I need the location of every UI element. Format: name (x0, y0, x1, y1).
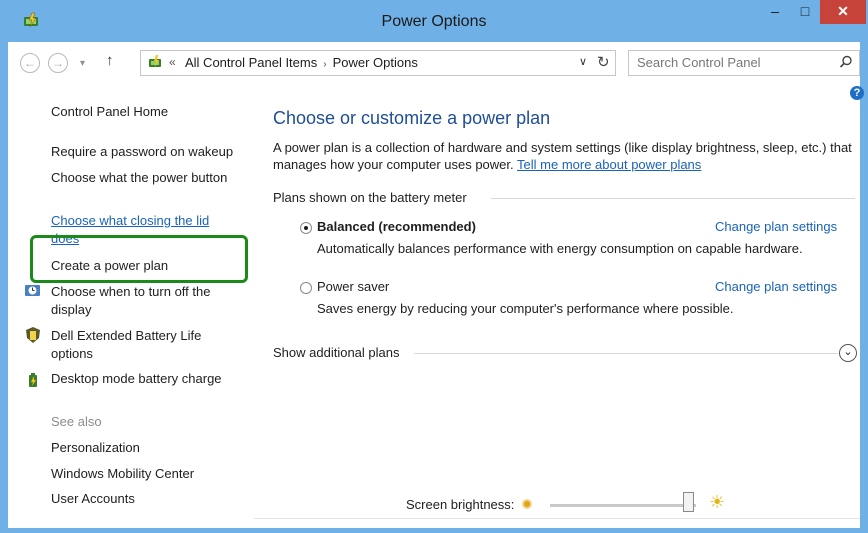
brightness-low-icon (522, 499, 532, 509)
battery-shield-icon (26, 327, 40, 343)
sidebar-item-create-plan[interactable]: Create a power plan (51, 257, 168, 275)
sidebar-item-personalization[interactable]: Personalization (51, 439, 140, 457)
breadcrumb-item[interactable]: Power Options (333, 55, 418, 70)
balanced-plan-name[interactable]: Balanced (recommended) (317, 219, 476, 234)
brightness-slider-thumb[interactable] (683, 492, 695, 512)
brightness-slider-track[interactable] (550, 504, 696, 507)
power-saver-plan-description: Saves energy by reducing your computer's… (317, 301, 734, 316)
sidebar: Control Panel Home Require a password on… (8, 80, 248, 528)
battery-charge-icon (29, 373, 37, 387)
power-saver-radio[interactable] (300, 282, 312, 294)
close-button[interactable]: ✕ (820, 0, 866, 24)
sidebar-item-user-accounts[interactable]: User Accounts (51, 490, 135, 508)
navigation-bar: ← → ▾ ↑ « All Control Panel Items › Power … (8, 42, 864, 100)
breadcrumb: All Control Panel Items › Power Options (185, 55, 418, 70)
sidebar-item-control-panel-home[interactable]: Control Panel Home (51, 103, 168, 121)
main-panel: Choose or customize a power plan A power… (254, 80, 860, 528)
page-description: A power plan is a collection of hardware… (273, 139, 853, 173)
search-input[interactable]: Search Control Panel (628, 50, 860, 76)
power-options-window: Power Options – □ ✕ ← → ▾ ↑ « All Contro… (0, 0, 868, 533)
back-arrow-icon[interactable]: ← (20, 53, 40, 73)
additional-plans-header[interactable]: Show additional plans (273, 345, 399, 360)
maximize-button[interactable]: □ (790, 0, 820, 24)
sidebar-item-dell-battery[interactable]: Dell Extended Battery Life options (51, 327, 226, 363)
sidebar-item-power-button-wrap (51, 184, 246, 194)
balanced-change-settings-link[interactable]: Change plan settings (715, 219, 837, 234)
bottom-divider (254, 518, 860, 519)
clock-monitor-icon (25, 285, 40, 296)
address-bar[interactable]: « All Control Panel Items › Power Options … (140, 50, 616, 76)
chevron-down-icon[interactable]: ⌄ (839, 344, 857, 362)
refresh-icon[interactable]: ↻ (597, 53, 610, 71)
up-arrow-icon[interactable]: ↑ (106, 52, 114, 69)
breadcrumb-item[interactable]: All Control Panel Items (185, 55, 317, 70)
minimize-button[interactable]: – (760, 0, 790, 24)
breadcrumb-overflow-icon[interactable]: « (169, 55, 176, 69)
balanced-plan-description: Automatically balances performance with … (317, 241, 803, 256)
power-saver-plan-name[interactable]: Power saver (317, 279, 389, 294)
recent-locations-icon[interactable]: ▾ (80, 58, 85, 69)
balanced-radio[interactable] (300, 222, 312, 234)
breadcrumb-separator-icon: › (323, 59, 327, 70)
window-title: Power Options (381, 13, 487, 30)
additional-plans-divider (414, 353, 838, 354)
section-divider (491, 198, 855, 199)
sidebar-item-battery-charge[interactable]: Desktop mode battery charge (51, 370, 222, 388)
sidebar-item-require-password[interactable]: Require a password on wakeup (51, 143, 233, 161)
search-placeholder: Search Control Panel (637, 55, 761, 70)
learn-more-link[interactable]: Tell me more about power plans (517, 157, 701, 172)
power-saver-change-settings-link[interactable]: Change plan settings (715, 279, 837, 294)
control-panel-icon (149, 55, 161, 67)
plans-section-header: Plans shown on the battery meter (273, 190, 467, 205)
window-client-area: ← → ▾ ↑ « All Control Panel Items › Power … (8, 42, 864, 528)
brightness-label: Screen brightness: (406, 497, 515, 512)
page-title: Choose or customize a power plan (273, 108, 551, 128)
sidebar-item-mobility-center[interactable]: Windows Mobility Center (51, 465, 194, 483)
sidebar-item-turn-off-display[interactable]: Choose when to turn off the display (51, 283, 231, 319)
search-icon[interactable] (839, 55, 853, 69)
title-bar[interactable]: Power Options – □ ✕ (0, 0, 868, 42)
address-dropdown-icon[interactable]: ∨ (579, 55, 587, 68)
see-also-label: See also (51, 414, 102, 429)
forward-arrow-icon[interactable]: → (48, 53, 68, 73)
brightness-high-icon: ☀ (709, 492, 726, 512)
